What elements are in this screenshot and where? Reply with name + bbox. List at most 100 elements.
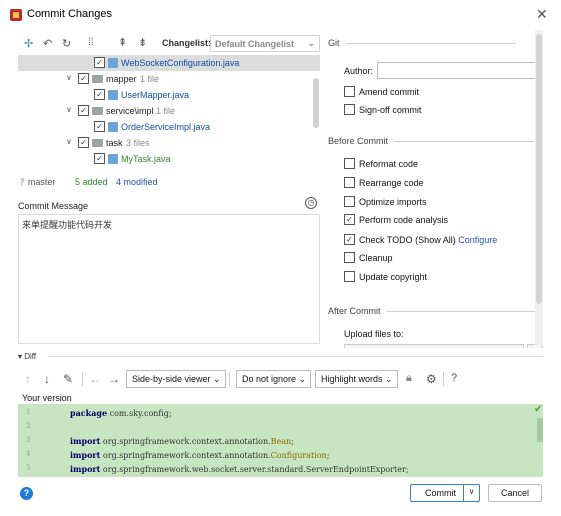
branch-indicator[interactable]: ᚹ master — [20, 177, 55, 187]
tree-row[interactable]: ✓ UserMapper.java — [18, 87, 320, 103]
viewer-select[interactable]: Side-by-side viewer ⌄ — [126, 370, 226, 388]
options-panel: Git Author: Amend commit Sign-off commit… — [326, 30, 546, 348]
branch-name: master — [27, 177, 56, 187]
reformat-checkbox[interactable] — [344, 158, 355, 169]
your-version-label: Your version — [22, 393, 72, 403]
signoff-label[interactable]: Sign-off commit — [359, 105, 421, 115]
window-title: Commit Changes — [27, 8, 112, 20]
tree-row[interactable]: ✓ OrderServiceImpl.java — [18, 119, 320, 135]
arrow-down-icon[interactable]: ↓ — [44, 372, 50, 386]
code-analysis-checkbox[interactable]: ✓ — [344, 214, 355, 225]
checkbox[interactable]: ✓ — [94, 89, 105, 100]
checkbox[interactable]: ✓ — [78, 137, 89, 148]
checkbox[interactable]: ✓ — [94, 153, 105, 164]
changes-tree[interactable]: ✓ WebSocketConfiguration.java ∨ ✓ mapper… — [18, 55, 320, 171]
close-icon[interactable]: ✕ — [536, 6, 548, 23]
collapse-all-icon[interactable]: ⇟ — [138, 36, 147, 49]
code-line: 2 — [26, 422, 31, 430]
file-count: 1 file — [156, 106, 176, 116]
upload-select[interactable] — [344, 344, 524, 348]
options-scrollbar-thumb[interactable] — [536, 34, 542, 304]
rearrange-label[interactable]: Rearrange code — [359, 178, 424, 188]
separator — [229, 372, 230, 386]
arrow-up-icon[interactable]: ↑ — [25, 372, 31, 386]
tree-scrollbar[interactable] — [313, 78, 319, 128]
code-analysis-label[interactable]: Perform code analysis — [359, 215, 448, 225]
lock-icon[interactable]: 🔒︎ — [406, 372, 412, 385]
undo-icon[interactable]: ↶ — [43, 37, 52, 50]
checkbox[interactable]: ✓ — [78, 73, 89, 84]
tree-item-label: task — [106, 138, 123, 148]
ignore-select[interactable]: Do not ignore ⌄ — [236, 370, 312, 388]
changelist-label: Changelist: — [162, 38, 212, 48]
update-copyright-checkbox[interactable] — [344, 271, 355, 282]
checkbox[interactable]: ✓ — [78, 105, 89, 116]
optimize-imports-checkbox[interactable] — [344, 196, 355, 207]
section-before-commit: Before Commit — [328, 136, 535, 146]
amend-label[interactable]: Amend commit — [359, 87, 419, 97]
commit-message-input[interactable]: 来单提醒功能代码开发 — [18, 214, 320, 344]
check-todo-label[interactable]: Check TODO (Show All) Configure — [359, 235, 497, 245]
gear-icon[interactable]: ⚙ — [426, 372, 437, 386]
diff-label: Diff — [24, 352, 37, 361]
history-icon[interactable]: ◷ — [305, 197, 317, 209]
chevron-down-icon[interactable]: ∨ — [66, 137, 72, 146]
arrow-left-icon[interactable]: ← — [89, 372, 101, 386]
rearrange-checkbox[interactable] — [344, 177, 355, 188]
tree-row[interactable]: ∨ ✓ service\impl 1 file — [18, 103, 320, 119]
java-file-icon — [108, 122, 118, 132]
tree-row[interactable]: ✓ MyTask.java — [18, 151, 320, 167]
checkbox[interactable]: ✓ — [94, 57, 105, 68]
reformat-label[interactable]: Reformat code — [359, 159, 418, 169]
chevron-down-icon[interactable]: ∨ — [463, 485, 479, 501]
tree-row[interactable]: ∨ ✓ mapper 1 file — [18, 71, 320, 87]
cleanup-label[interactable]: Cleanup — [359, 253, 393, 263]
arrow-right-icon[interactable]: → — [108, 372, 120, 386]
signoff-checkbox[interactable] — [344, 104, 355, 115]
upload-label: Upload files to: — [344, 329, 404, 339]
edit-icon[interactable]: ✎ — [63, 372, 73, 386]
commit-button[interactable]: Commit ∨ — [410, 484, 480, 502]
cleanup-checkbox[interactable] — [344, 252, 355, 263]
author-input[interactable] — [377, 62, 541, 79]
author-label: Author: — [344, 66, 374, 76]
changelist-value: Default Changelist — [215, 39, 295, 49]
code-scrollbar[interactable] — [537, 418, 543, 442]
ignore-value: Do not ignore — [242, 374, 297, 384]
separator — [82, 372, 83, 386]
highlight-select[interactable]: Highlight words ⌄ — [315, 370, 398, 388]
expand-all-icon[interactable]: ⇞ — [118, 36, 127, 49]
java-file-icon — [108, 154, 118, 164]
changelist-select[interactable]: Default Changelist ⌄ — [210, 35, 320, 52]
viewer-value: Side-by-side viewer — [132, 374, 211, 384]
refresh-icon[interactable]: ↻ — [62, 37, 71, 50]
chevron-down-icon[interactable]: ∨ — [66, 73, 72, 82]
optimize-imports-label[interactable]: Optimize imports — [359, 197, 427, 207]
help-button[interactable]: ? — [20, 487, 33, 500]
update-copyright-label[interactable]: Update copyright — [359, 272, 427, 282]
file-count: 3 files — [126, 138, 150, 148]
file-count: 1 file — [140, 74, 160, 84]
diff-toggle[interactable]: ▾ Diff — [18, 352, 36, 361]
commit-label: Commit — [425, 488, 456, 498]
tree-item-label: UserMapper.java — [121, 90, 190, 100]
folder-icon — [92, 107, 103, 115]
check-todo-checkbox[interactable]: ✓ — [344, 234, 355, 245]
tree-row[interactable]: ✓ WebSocketConfiguration.java — [18, 55, 320, 71]
section-after-commit: After Commit — [328, 306, 537, 316]
added-count: 5 added — [75, 177, 108, 187]
help-icon[interactable]: ? — [451, 372, 457, 384]
cancel-button[interactable]: Cancel — [488, 484, 542, 502]
title-bar: Commit Changes ✕ — [0, 0, 561, 30]
code-line: 5 import org.springframework.web.socket.… — [26, 464, 409, 474]
amend-checkbox[interactable] — [344, 86, 355, 97]
diff-code-view[interactable]: 1 package com.sky.config; 2 3 import org… — [18, 404, 543, 477]
expand-icon[interactable]: ✢ — [24, 37, 33, 50]
tree-item-label: MyTask.java — [121, 154, 171, 164]
checkbox[interactable]: ✓ — [94, 121, 105, 132]
tree-row[interactable]: ∨ ✓ task 3 files — [18, 135, 320, 151]
group-icon[interactable]: ⁞⁞ — [88, 37, 94, 48]
configure-link[interactable]: Configure — [458, 235, 497, 245]
chevron-down-icon[interactable]: ∨ — [66, 105, 72, 114]
tree-item-label: mapper — [106, 74, 137, 84]
